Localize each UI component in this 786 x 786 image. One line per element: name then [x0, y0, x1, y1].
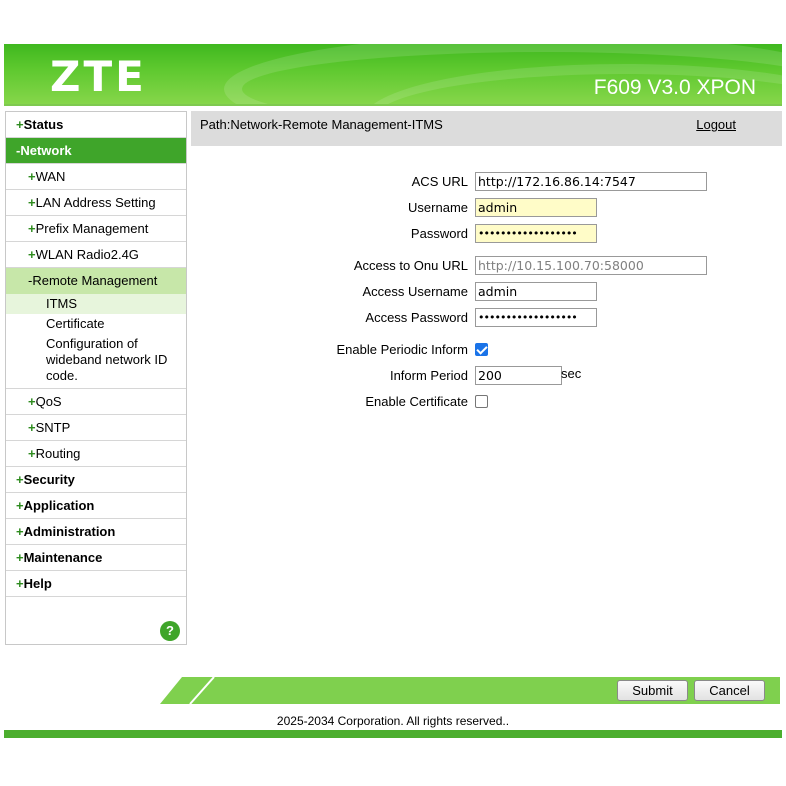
- banner-divider: [4, 104, 782, 106]
- expand-icon: +: [28, 420, 36, 435]
- access-username-input[interactable]: admin: [475, 282, 597, 301]
- expand-icon: +: [16, 576, 24, 591]
- nav-security[interactable]: +Security: [6, 467, 186, 493]
- nav-wlan-radio[interactable]: +WLAN Radio2.4G: [6, 242, 186, 268]
- nav-label: Status: [23, 117, 64, 132]
- nav-label: Remote Management: [32, 273, 158, 288]
- breadcrumb: Path:Network-Remote Management-ITMS: [200, 117, 443, 132]
- cancel-button[interactable]: Cancel: [694, 680, 765, 701]
- acs-url-input[interactable]: http://172.16.86.14:7547: [475, 172, 707, 191]
- nav-qos[interactable]: +QoS: [6, 389, 186, 415]
- nav-label: SNTP: [35, 420, 71, 435]
- certificate-row: Enable Certificate: [191, 392, 468, 412]
- nav-label: QoS: [35, 394, 62, 409]
- breadcrumb-bar: Path:Network-Remote Management-ITMS Logo…: [191, 111, 782, 146]
- device-model: F609 V3.0 XPON: [593, 76, 756, 99]
- nav-routing[interactable]: +Routing: [6, 441, 186, 467]
- inform-period-label: Inform Period: [389, 368, 468, 383]
- submit-button[interactable]: Submit: [617, 680, 688, 701]
- access-password-input[interactable]: ••••••••••••••••••: [475, 308, 597, 327]
- certificate-checkbox[interactable]: [475, 395, 488, 408]
- nav-wan[interactable]: +WAN: [6, 164, 186, 190]
- nav-itms[interactable]: ITMS: [6, 294, 186, 314]
- username-label: Username: [408, 200, 468, 215]
- nav-label: Maintenance: [23, 550, 103, 565]
- nav-wideband-config[interactable]: Configuration of wideband network ID cod…: [6, 334, 186, 389]
- copyright-text: 2025-2034 Corporation. All rights reserv…: [276, 714, 510, 728]
- periodic-inform-row: Enable Periodic Inform: [191, 340, 468, 360]
- expand-icon: +: [16, 498, 24, 513]
- nav-label: Routing: [35, 446, 81, 461]
- help-icon[interactable]: ?: [160, 621, 180, 641]
- nav-help[interactable]: +Help: [6, 571, 186, 597]
- periodic-inform-label: Enable Periodic Inform: [336, 342, 468, 357]
- nav-status[interactable]: +Status: [6, 112, 186, 138]
- nav-maintenance[interactable]: +Maintenance: [6, 545, 186, 571]
- inform-period-row: Inform Period: [191, 366, 468, 386]
- nav-label: Prefix Management: [35, 221, 149, 236]
- footer-line: [4, 730, 782, 738]
- expand-icon: +: [28, 247, 36, 262]
- nav-label: Security: [23, 472, 75, 487]
- onu-url-label: Access to Onu URL: [353, 258, 468, 273]
- zte-logo: ZTE: [50, 52, 147, 101]
- certificate-label: Enable Certificate: [365, 394, 468, 409]
- access-username-row: Access Username: [191, 282, 468, 302]
- expand-icon: +: [28, 221, 36, 236]
- expand-icon: +: [28, 169, 36, 184]
- periodic-inform-checkbox[interactable]: [475, 343, 488, 356]
- nav-network[interactable]: -Network: [6, 138, 186, 164]
- expand-icon: +: [28, 446, 36, 461]
- nav-application[interactable]: +Application: [6, 493, 186, 519]
- inform-period-unit: sec: [561, 366, 582, 381]
- onu-url-input[interactable]: http://10.15.100.70:58000: [475, 256, 707, 275]
- username-input[interactable]: admin: [475, 198, 597, 217]
- expand-icon: +: [16, 117, 24, 132]
- password-label: Password: [410, 226, 468, 241]
- password-row: Password: [191, 224, 468, 244]
- nav-label: Application: [23, 498, 95, 513]
- top-banner: ZTE F609 V3.0 XPON: [4, 44, 782, 104]
- nav-label: Network: [20, 143, 72, 158]
- access-username-label: Access Username: [362, 284, 468, 299]
- expand-icon: +: [16, 550, 24, 565]
- nav-label: WLAN Radio2.4G: [35, 247, 139, 262]
- expand-icon: +: [16, 472, 24, 487]
- logout-link[interactable]: Logout: [696, 117, 736, 132]
- expand-icon: +: [28, 195, 36, 210]
- expand-icon: +: [28, 394, 36, 409]
- username-row: Username: [191, 198, 468, 218]
- nav-prefix-management[interactable]: +Prefix Management: [6, 216, 186, 242]
- inform-period-input[interactable]: 200: [475, 366, 562, 385]
- nav-label: LAN Address Setting: [35, 195, 156, 210]
- nav-label: WAN: [35, 169, 66, 184]
- nav-remote-management[interactable]: -Remote Management: [6, 268, 186, 294]
- sidebar-menu: +Status -Network +WAN +LAN Address Setti…: [5, 111, 187, 645]
- nav-administration[interactable]: +Administration: [6, 519, 186, 545]
- access-password-label: Access Password: [365, 310, 468, 325]
- nav-label: Help: [23, 576, 52, 591]
- acs-url-label: ACS URL: [411, 174, 468, 189]
- password-input[interactable]: ••••••••••••••••••: [475, 224, 597, 243]
- expand-icon: +: [16, 524, 24, 539]
- nav-certificate[interactable]: Certificate: [6, 314, 186, 334]
- access-password-row: Access Password: [191, 308, 468, 328]
- onu-url-row: Access to Onu URL: [191, 256, 468, 276]
- acs-url-row: ACS URL: [191, 172, 468, 192]
- nav-label: Administration: [23, 524, 116, 539]
- nav-sntp[interactable]: +SNTP: [6, 415, 186, 441]
- nav-lan-address-setting[interactable]: +LAN Address Setting: [6, 190, 186, 216]
